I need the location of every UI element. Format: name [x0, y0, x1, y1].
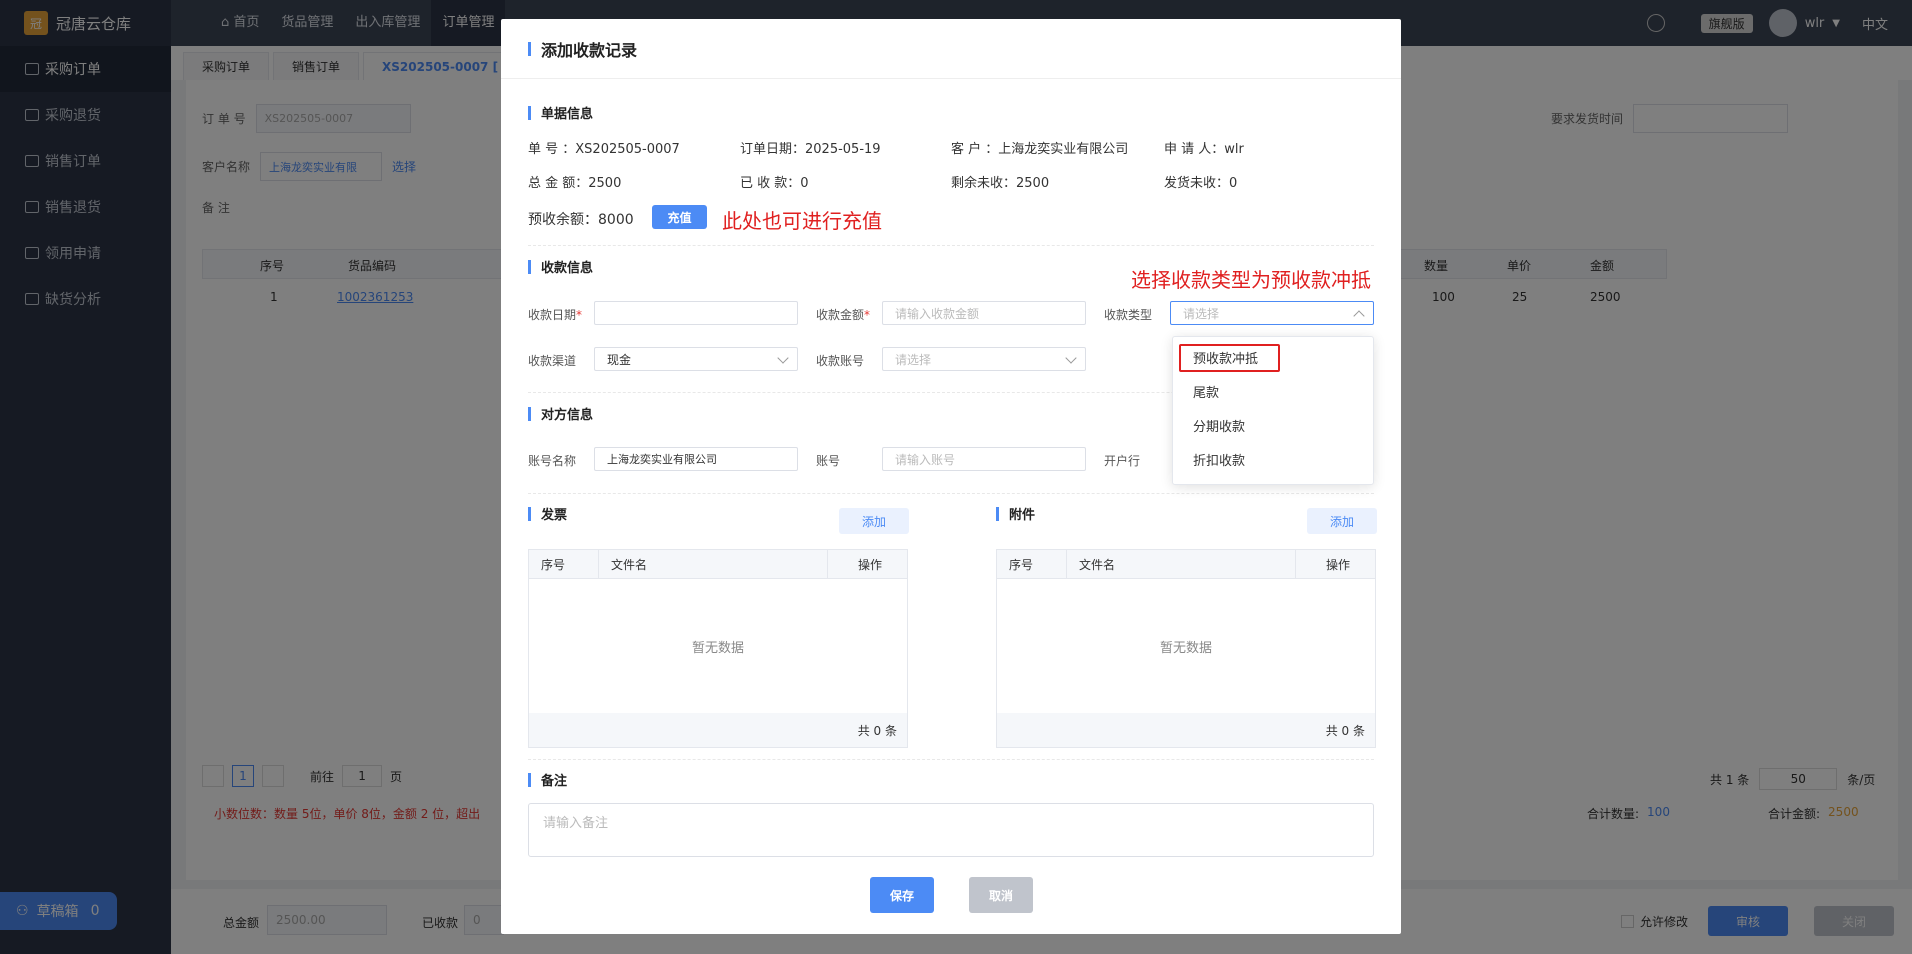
- acct-name-input[interactable]: 上海龙奕实业有限公司: [594, 447, 798, 471]
- bank-label: 开户行: [1104, 454, 1141, 468]
- empty-text: 暂无数据: [691, 640, 744, 656]
- cancel-button[interactable]: 取消: [969, 877, 1033, 913]
- attachment-add-button[interactable]: 添加: [1307, 508, 1377, 534]
- remark-textarea[interactable]: 请输入备注: [528, 803, 1374, 857]
- remark-section: 备注: [528, 770, 567, 789]
- divider: [528, 759, 1374, 760]
- party-info-section: 对方信息: [528, 404, 593, 423]
- prepaid-balance: 预收余额：8000: [528, 212, 634, 228]
- pay-type-annotation: 选择收款类型为预收款冲抵: [1131, 268, 1371, 292]
- doc-received: 已 收 款：0: [740, 176, 809, 191]
- attachment-section: 附件: [996, 504, 1035, 523]
- account-select[interactable]: 请选择: [882, 347, 1086, 371]
- chevron-down-icon: [777, 352, 789, 364]
- doc-total: 总 金 额：2500: [528, 176, 622, 191]
- chevron-up-icon: [1353, 310, 1365, 322]
- pay-type-label: 收款类型: [1104, 308, 1153, 322]
- save-button[interactable]: 保存: [870, 877, 934, 913]
- modal-title: 添加收款记录: [501, 19, 1401, 79]
- pay-amount-label: 收款金额*: [816, 308, 871, 322]
- pay-date-label: 收款日期*: [528, 308, 583, 322]
- col-op: 操作: [858, 557, 883, 572]
- invoice-section: 发票: [528, 504, 567, 523]
- recharge-button[interactable]: 充值: [652, 205, 707, 229]
- channel-select[interactable]: 现金: [594, 347, 798, 371]
- doc-date: 订单日期：2025-05-19: [740, 142, 881, 157]
- divider: [528, 245, 1374, 246]
- table-total: 共 0 条: [529, 713, 907, 747]
- doc-no: 单 号 ：XS202505-0007: [528, 142, 680, 157]
- pay-type-select[interactable]: 请选择: [1170, 301, 1374, 325]
- pay-amount-input[interactable]: 请输入收款金额: [882, 301, 1086, 325]
- divider: [528, 493, 1374, 494]
- invoice-table: 序号 文件名 操作 暂无数据 共 0 条: [528, 549, 908, 748]
- doc-remaining: 剩余未收：2500: [951, 176, 1050, 191]
- channel-label: 收款渠道: [528, 354, 577, 368]
- attachment-table: 序号 文件名 操作 暂无数据 共 0 条: [996, 549, 1376, 748]
- acct-no-input[interactable]: 请输入账号: [882, 447, 1086, 471]
- doc-unshipped: 发货未收：0: [1164, 176, 1238, 191]
- doc-customer: 客 户 ：上海龙奕实业有限公司: [951, 142, 1129, 157]
- col-file: 文件名: [1067, 550, 1296, 578]
- col-op: 操作: [1326, 557, 1351, 572]
- col-file: 文件名: [599, 550, 828, 578]
- account-label: 收款账号: [816, 354, 865, 368]
- empty-text: 暂无数据: [1159, 640, 1212, 656]
- col-seq: 序号: [529, 550, 599, 578]
- chevron-down-icon: [1065, 352, 1077, 364]
- option-installment[interactable]: 分期收款: [1173, 411, 1373, 445]
- payment-info-section: 收款信息: [528, 257, 593, 276]
- option-discount[interactable]: 折扣收款: [1173, 445, 1373, 479]
- table-total: 共 0 条: [997, 713, 1375, 747]
- acct-no-label: 账号: [816, 454, 841, 468]
- acct-name-label: 账号名称: [528, 454, 577, 468]
- doc-info-section: 单据信息: [528, 103, 593, 122]
- invoice-add-button[interactable]: 添加: [839, 508, 909, 534]
- recharge-annotation: 此处也可进行充值: [722, 209, 882, 233]
- pay-date-input[interactable]: [594, 301, 798, 325]
- col-seq: 序号: [997, 550, 1067, 578]
- highlight-box: [1179, 344, 1280, 372]
- option-final-payment[interactable]: 尾款: [1173, 377, 1373, 411]
- doc-applicant: 申 请 人：wlr: [1164, 142, 1244, 157]
